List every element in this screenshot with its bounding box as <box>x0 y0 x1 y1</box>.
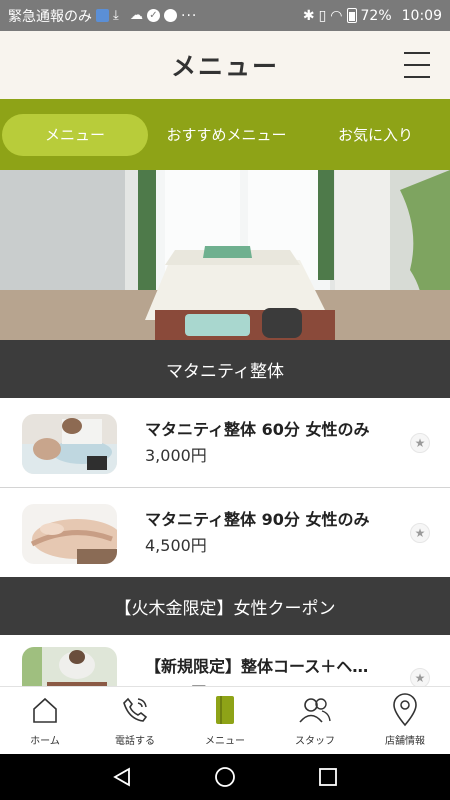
section-header: 【火木金限定】女性クーポン <box>0 577 450 635</box>
battery-percent: 72% <box>360 7 392 24</box>
nav-staff-label: スタッフ <box>295 736 335 747</box>
settings-circle-icon <box>164 9 177 22</box>
status-bar: 緊急通報のみ ⤓ ☁ ✓ ··· ✱ ▯ ◠ 72% 10:09 <box>0 0 450 31</box>
back-icon[interactable] <box>107 762 137 792</box>
tab-menu[interactable]: メニュー <box>2 113 148 156</box>
tab-recommended-menu[interactable]: おすすめメニュー <box>152 114 301 156</box>
page-title: メニュー <box>170 52 279 81</box>
staff-icon <box>298 693 332 727</box>
nav-home-label: ホーム <box>30 736 60 747</box>
status-left: 緊急通報のみ ⤓ ☁ ✓ ··· <box>8 6 197 26</box>
phone-icon <box>118 693 152 727</box>
home-icon <box>28 693 62 727</box>
tab-bar: メニュー おすすめメニュー お気に入り <box>0 99 450 170</box>
menu-book-icon <box>208 693 242 727</box>
menu-item-price: 3,000円 <box>145 446 207 465</box>
menu-item-thumbnail <box>22 504 117 564</box>
battery-icon <box>346 8 357 23</box>
bottom-navigation: ホーム 電話する メニュー スタッフ 店舗情報 <box>0 686 450 754</box>
list-item[interactable]: マタニティ整体 90分 女性のみ 4,500円 ★ <box>0 488 450 578</box>
menu-item-price: 4,500円 <box>145 536 207 555</box>
more-notifications-icon: ··· <box>181 7 198 24</box>
app-header: メニュー <box>0 31 450 99</box>
hero-room-image <box>0 170 450 340</box>
menu-item-title: 【新規限定】整体コース＋ヘ… <box>145 657 369 676</box>
shield-icon <box>96 9 109 22</box>
nav-home[interactable]: ホーム <box>0 687 90 754</box>
system-navigation-bar <box>0 754 450 800</box>
nav-phone-label: 電話する <box>115 736 155 747</box>
status-right: ✱ ▯ ◠ 72% 10:09 <box>303 8 442 24</box>
favorite-star-icon[interactable]: ★ <box>410 668 430 688</box>
nav-phone[interactable]: 電話する <box>90 687 180 754</box>
hamburger-menu-icon[interactable] <box>404 52 430 78</box>
download-icon: ⤓ <box>113 8 119 23</box>
nav-store-info-label: 店舗情報 <box>385 736 425 747</box>
cloud-icon: ☁ <box>130 8 143 23</box>
tab-favorites[interactable]: お気に入り <box>301 114 450 156</box>
location-pin-icon <box>388 693 422 727</box>
menu-item-title: マタニティ整体 90分 女性のみ <box>145 510 370 529</box>
menu-item-thumbnail <box>22 414 117 474</box>
list-item[interactable]: マタニティ整体 60分 女性のみ 3,000円 ★ <box>0 398 450 488</box>
bluetooth-icon: ✱ <box>302 7 315 24</box>
check-circle-icon: ✓ <box>147 9 160 22</box>
status-carrier-text: 緊急通報のみ <box>8 8 92 25</box>
menu-item-title: マタニティ整体 60分 女性のみ <box>145 420 370 439</box>
nav-menu[interactable]: メニュー <box>180 687 270 754</box>
favorite-star-icon[interactable]: ★ <box>410 523 430 543</box>
wifi-icon: ◠ <box>330 7 343 24</box>
favorite-star-icon[interactable]: ★ <box>410 433 430 453</box>
nav-store-info[interactable]: 店舗情報 <box>360 687 450 754</box>
nav-menu-label: メニュー <box>205 736 245 747</box>
status-time: 10:09 <box>401 7 442 24</box>
vibrate-icon: ▯ <box>318 7 327 24</box>
recent-apps-icon[interactable] <box>313 762 343 792</box>
nav-staff[interactable]: スタッフ <box>270 687 360 754</box>
home-circle-icon[interactable] <box>210 762 240 792</box>
section-header: マタニティ整体 <box>0 340 450 398</box>
